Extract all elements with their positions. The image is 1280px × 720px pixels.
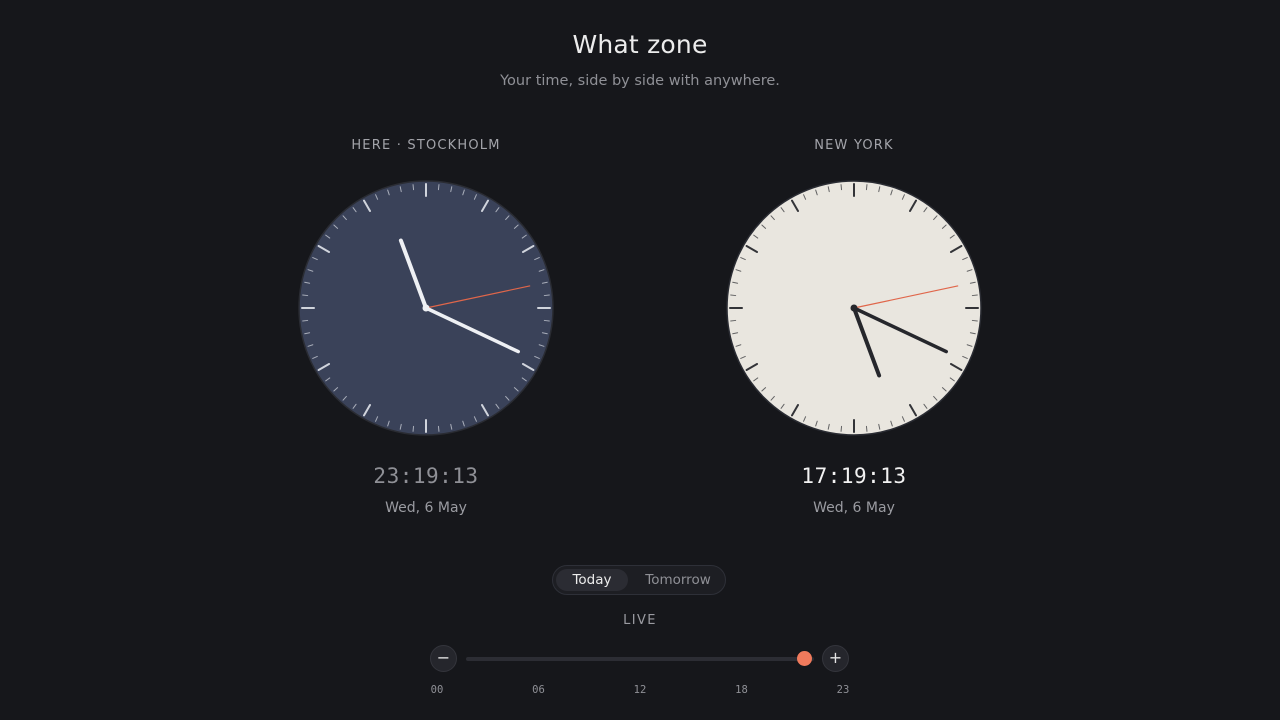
plus-icon: + [828, 648, 843, 667]
minus-icon: − [436, 648, 451, 667]
clock-center-pin [422, 304, 430, 312]
analog-clock-new-york [726, 180, 982, 436]
analog-clock-here [298, 180, 554, 436]
slider-tick-label: 23 [836, 684, 850, 696]
minute-tick [543, 319, 550, 322]
day-toggle: Today Tomorrow [552, 565, 726, 595]
time-slider-thumb[interactable] [796, 651, 812, 666]
minute-tick [730, 319, 737, 322]
minute-tick [840, 184, 843, 191]
date-here: Wed, 6 May [385, 500, 467, 516]
slider-tick-label: 12 [633, 684, 647, 696]
zone-label-new-york: NEW YORK [814, 138, 894, 153]
minute-tick [302, 319, 309, 322]
minute-tick [971, 294, 978, 297]
zone-label-here: HERE · STOCKHOLM [351, 138, 501, 153]
toggle-tomorrow[interactable]: Tomorrow [633, 569, 723, 591]
toggle-today[interactable]: Today [556, 569, 628, 591]
page-title: What zone [572, 30, 708, 59]
decrement-button[interactable]: − [430, 645, 457, 672]
minute-tick [437, 184, 440, 191]
page-subtitle: Your time, side by side with anywhere. [500, 73, 780, 89]
minute-tick [437, 425, 440, 432]
minute-tick [865, 184, 868, 191]
time-slider-track[interactable] [466, 657, 814, 661]
slider-tick-label: 06 [532, 684, 545, 696]
date-new-york: Wed, 6 May [813, 500, 895, 516]
slider-tick-label: 00 [430, 684, 444, 696]
slider-tick-label: 18 [735, 684, 748, 696]
clock-card-here: HERE · STOCKHOLM 23:19:13 Wed, 6 May [276, 136, 576, 516]
minute-tick [412, 425, 415, 432]
minute-tick [730, 294, 737, 297]
live-status: LIVE [623, 613, 657, 628]
minute-tick [302, 294, 309, 297]
app-root: What zone Your time, side by side with a… [0, 0, 1280, 720]
minute-tick [865, 425, 868, 432]
increment-button[interactable]: + [822, 645, 849, 672]
clock-card-new-york: NEW YORK 17:19:13 Wed, 6 May [704, 136, 1004, 516]
digital-time-here: 23:19:13 [373, 464, 479, 488]
digital-time-new-york: 17:19:13 [801, 464, 907, 488]
minute-tick [543, 294, 550, 297]
minute-tick [412, 184, 415, 191]
minute-tick [971, 319, 978, 322]
clock-center-pin [850, 304, 858, 312]
minute-tick [840, 425, 843, 432]
